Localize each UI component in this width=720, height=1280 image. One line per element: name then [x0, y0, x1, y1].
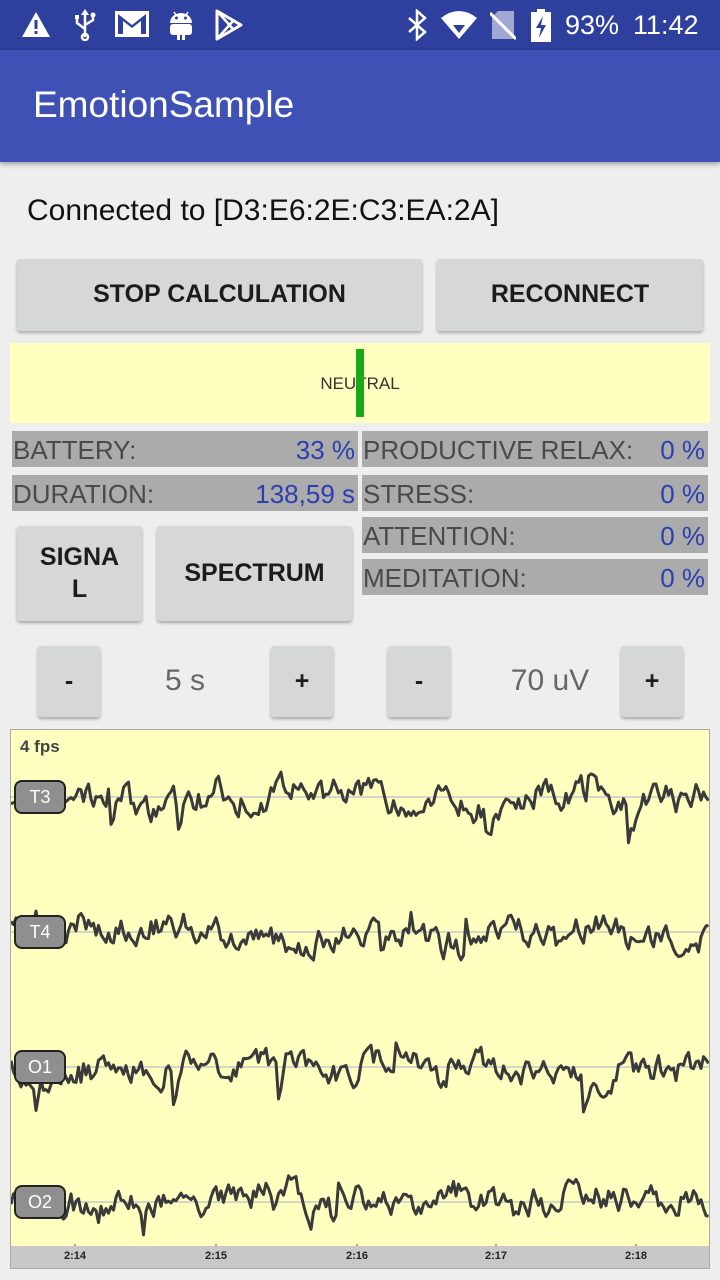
wifi-icon: [441, 11, 477, 39]
duration-stat: DURATION: 138,59 s: [12, 475, 358, 511]
time-axis: 2:14 2:15 2:16 2:17 2:18: [11, 1246, 709, 1268]
status-bar: 93% 11:42: [0, 0, 720, 50]
stat-label: STRESS:: [363, 479, 475, 509]
attention-stat: ATTENTION: 0 %: [362, 517, 708, 553]
spectrum-button[interactable]: SPECTRUM: [157, 526, 352, 621]
emotion-indicator: NEUTRAL: [10, 343, 710, 423]
no-sim-icon: [490, 11, 516, 41]
productive-relax-stat: PRODUCTIVE RELAX: 0 %: [362, 431, 708, 467]
amplitude-increase-button[interactable]: +: [621, 646, 683, 717]
battery-percent: 93%: [565, 10, 620, 40]
meditation-stat: MEDITATION: 0 %: [362, 559, 708, 595]
trace-t4: [11, 909, 709, 962]
stat-label: ATTENTION:: [363, 521, 516, 551]
stat-value: 0 %: [660, 479, 705, 509]
time-tick-label: 2:15: [204, 1250, 228, 1262]
stress-stat: STRESS: 0 %: [362, 475, 708, 511]
channel-label-t3: T3: [14, 780, 66, 814]
trace-o2: [11, 1174, 709, 1237]
stat-label: BATTERY:: [13, 435, 137, 465]
time-tick-label: 2:18: [624, 1250, 648, 1262]
time-tick-label: 2:17: [484, 1250, 508, 1262]
channel-label-o2: O2: [14, 1185, 66, 1219]
time-tick-label: 2:14: [63, 1250, 87, 1262]
time-scale-value: 5 s: [164, 664, 206, 697]
usb-icon: [75, 9, 96, 41]
channel-label-o1: O1: [14, 1050, 66, 1084]
eeg-traces: [11, 770, 709, 1248]
reconnect-button[interactable]: RECONNECT: [437, 259, 703, 331]
android-icon: [170, 11, 192, 40]
stat-value: 0 %: [660, 435, 705, 465]
stop-calculation-button[interactable]: STOP CALCULATION: [17, 259, 422, 331]
eeg-signal-graph: 4 fps T3 T4 O1 O2 2:14 2:15 2:16 2:17 2:…: [10, 729, 710, 1269]
alert-icon: [22, 12, 50, 37]
emotion-marker: [356, 349, 364, 417]
amplitude-decrease-button[interactable]: -: [388, 646, 450, 717]
channel-label-t4: T4: [14, 915, 66, 949]
signal-button[interactable]: SIGNA L: [17, 526, 142, 621]
trace-o1: [11, 1041, 709, 1114]
gmail-icon: [115, 11, 149, 37]
fps-label: 4 fps: [20, 737, 60, 756]
play-store-icon: [215, 9, 243, 41]
stat-value: 0 %: [660, 521, 705, 551]
stat-value: 138,59 s: [255, 479, 355, 509]
stat-label: DURATION:: [13, 479, 155, 509]
stat-value: 0 %: [660, 563, 705, 593]
amplitude-value: 70 uV: [510, 664, 590, 697]
app-title: EmotionSample: [33, 84, 295, 125]
time-tick-label: 2:16: [345, 1250, 369, 1262]
clock: 11:42: [633, 10, 699, 40]
bluetooth-icon: [408, 9, 427, 41]
stat-value: 33 %: [295, 435, 355, 465]
battery-charging-icon: [531, 9, 551, 42]
battery-stat: BATTERY: 33 %: [12, 431, 358, 467]
time-scale-decrease-button[interactable]: -: [38, 646, 100, 717]
connection-status: Connected to [D3:E6:2E:C3:EA:2A]: [27, 194, 499, 227]
trace-t3: [11, 770, 709, 845]
time-scale-increase-button[interactable]: +: [271, 646, 333, 717]
stat-label: PRODUCTIVE RELAX:: [363, 435, 634, 465]
stat-label: MEDITATION:: [363, 563, 527, 593]
app-bar: EmotionSample: [0, 50, 720, 162]
